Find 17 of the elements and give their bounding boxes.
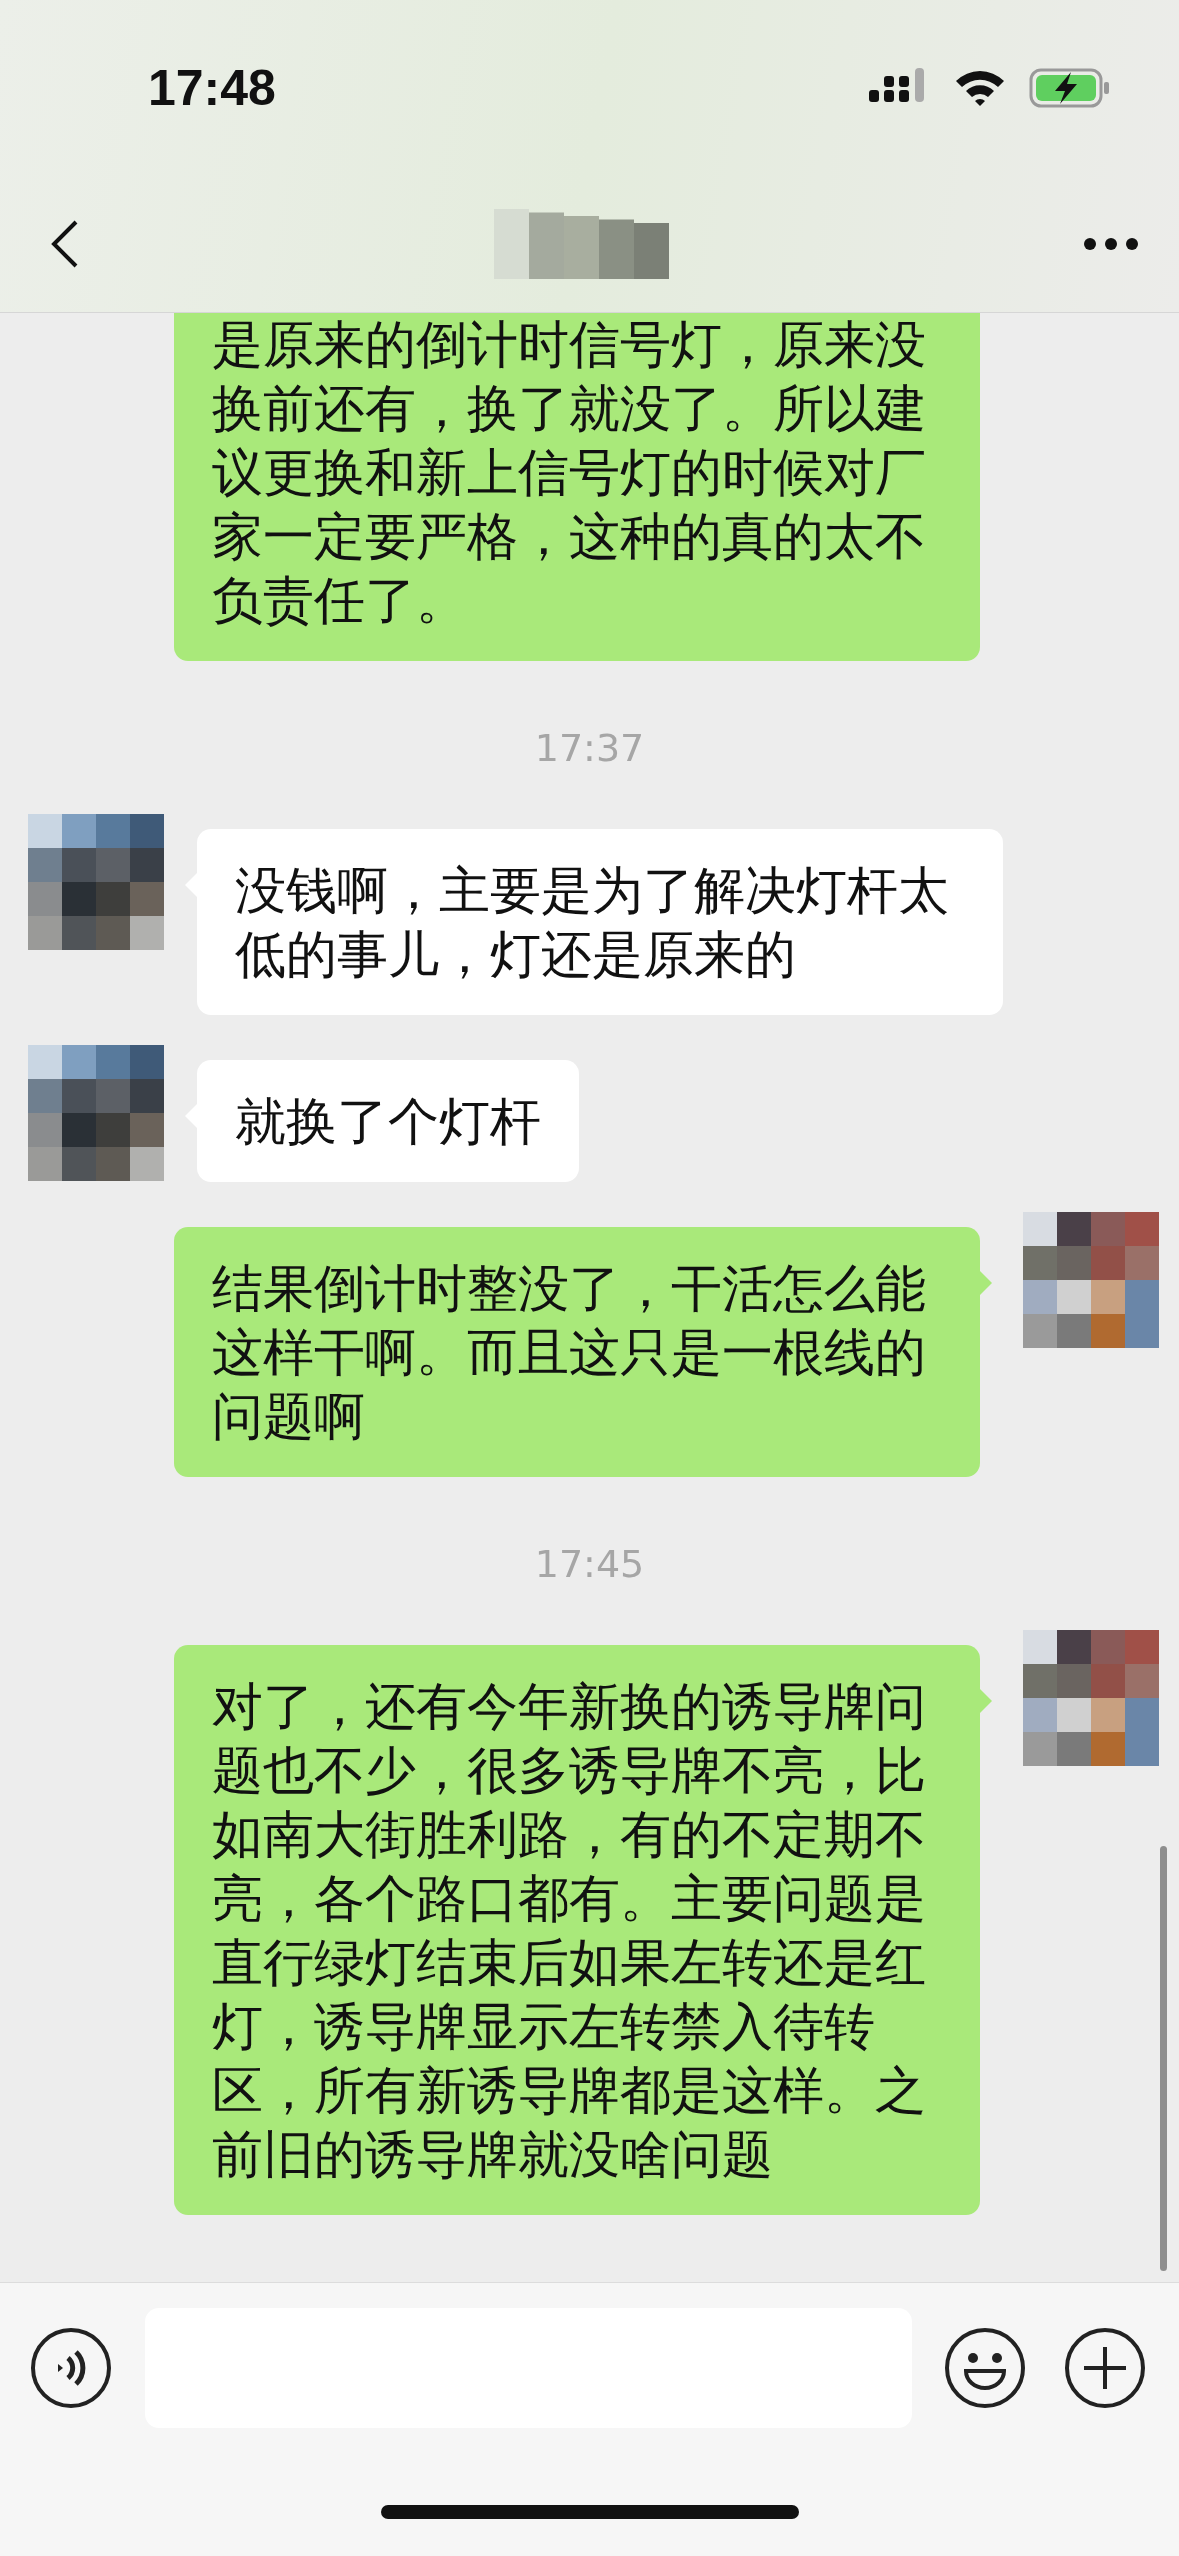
plus-icon[interactable] — [1064, 2327, 1146, 2409]
status-time: 17:48 — [148, 58, 276, 117]
back-icon[interactable] — [50, 218, 80, 269]
timestamp: 17:37 — [534, 725, 645, 772]
message-bubble[interactable]: 是原来的倒计时信号灯，原来没换前还有，换了就没了。所以建议更换和新上信号灯的时候对厂家一定要严格，这种的真的太不负责任了。 — [174, 313, 980, 661]
timestamp: 17:45 — [534, 1541, 645, 1588]
more-icon[interactable] — [1083, 236, 1139, 251]
bubble-tail — [980, 1271, 992, 1295]
message-bubble[interactable]: 结果倒计时整没了，干活怎么能这样干啊。而且这只是一根线的问题啊 — [174, 1227, 980, 1477]
scrollbar[interactable] — [1160, 1846, 1167, 2271]
bubble-tail — [980, 1689, 992, 1713]
voice-icon[interactable] — [30, 2327, 112, 2409]
message-bubble[interactable]: 就换了个灯杆 — [197, 1060, 579, 1182]
charging-battery-icon — [1029, 66, 1111, 109]
message-bubble[interactable]: 对了，还有今年新换的诱导牌问题也不少，很多诱导牌不亮，比如南大街胜利路，有的不定期不亮，各个路口都有。主要问题是直行绿灯结束后如果左转还是红灯，诱导牌显示左转禁入待转区，所有新诱导牌都是这样。之前旧的诱导牌就没啥问题 — [174, 1645, 980, 2215]
message-bubble[interactable]: 没钱啊，主要是为了解决灯杆太低的事儿，灯还是原来的 — [197, 829, 1003, 1015]
emoji-icon[interactable] — [944, 2327, 1026, 2409]
